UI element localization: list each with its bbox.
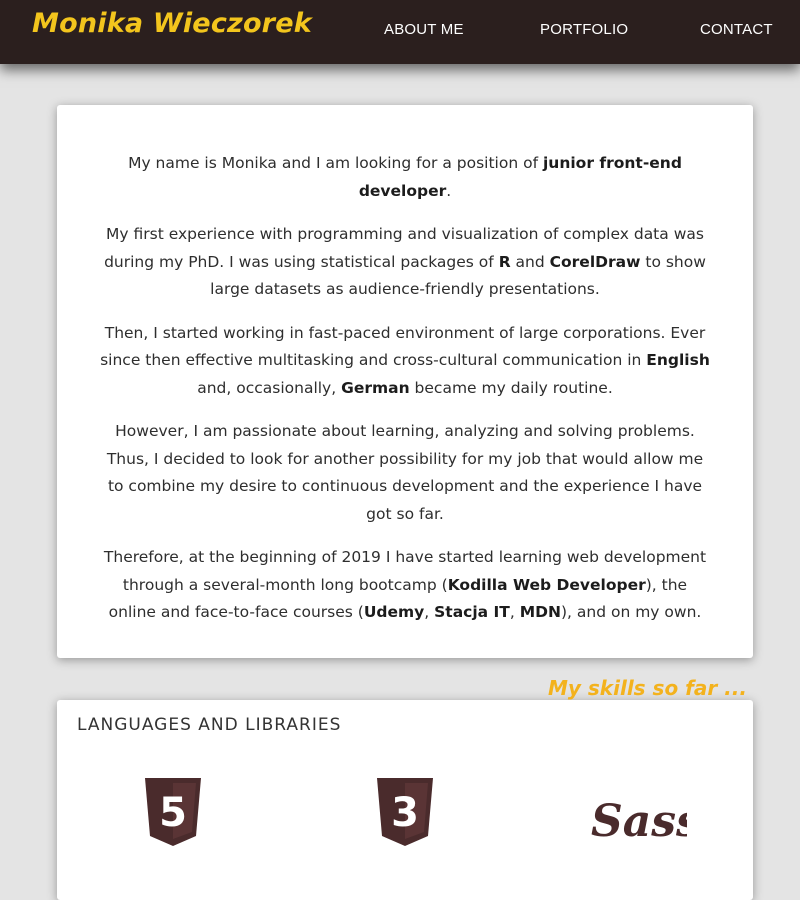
paragraph-text: became my daily routine. [409, 378, 613, 397]
emphasized-text: Kodilla Web Developer [447, 575, 646, 594]
sass-icon: Sass [587, 776, 701, 857]
about-me-card: My name is Monika and I am looking for a… [57, 105, 753, 658]
paragraph-text: , [424, 603, 435, 621]
svg-text:3: 3 [391, 790, 419, 836]
about-me-text: My name is Monika and I am looking for a… [97, 150, 713, 643]
emphasized-text: German [341, 378, 410, 397]
about-paragraph: However, I am passionate about learning,… [97, 418, 713, 528]
skills-card: LANGUAGES AND LIBRARIES 5 3 Sass [57, 700, 753, 900]
about-paragraph: My first experience with programming and… [97, 221, 713, 304]
paragraph-text: , [509, 603, 520, 621]
skills-section-heading: LANGUAGES AND LIBRARIES [77, 715, 342, 735]
emphasized-text: MDN [519, 603, 561, 621]
site-brand[interactable]: Monika Wieczorek [32, 8, 312, 39]
nav-link-portfolio[interactable]: PORTFOLIO [540, 21, 628, 38]
emphasized-text: English [646, 351, 710, 369]
paragraph-text: ), and on my own. [560, 603, 702, 621]
emphasized-text: Udemy [363, 603, 425, 621]
svg-text:Sass: Sass [591, 796, 687, 847]
paragraph-text: Then, I started working in fast-paced en… [100, 323, 706, 370]
top-navbar: Monika Wieczorek ABOUT ME PORTFOLIO CONT… [0, 0, 800, 64]
html5-icon: 5 [143, 778, 203, 851]
nav-link-about-me[interactable]: ABOUT ME [384, 21, 464, 38]
about-paragraph: My name is Monika and I am looking for a… [97, 150, 713, 205]
paragraph-text: However, I am passionate about learning,… [106, 422, 704, 523]
emphasized-text: R [498, 252, 511, 271]
nav-link-contact[interactable]: CONTACT [700, 21, 773, 38]
about-paragraph: Therefore, at the beginning of 2019 I ha… [97, 544, 713, 627]
paragraph-text: My name is Monika and I am looking for a… [128, 154, 543, 172]
paragraph-text: and [510, 252, 550, 271]
css3-icon: 3 [375, 778, 435, 851]
about-paragraph: Then, I started working in fast-paced en… [97, 320, 713, 403]
paragraph-text: and, occasionally, [197, 378, 342, 397]
emphasized-text: CorelDraw [549, 252, 641, 271]
svg-text:5: 5 [159, 790, 187, 836]
skills-tagline: My skills so far ... [548, 676, 747, 700]
paragraph-text: . [446, 181, 452, 200]
emphasized-text: Stacja IT [434, 603, 510, 621]
